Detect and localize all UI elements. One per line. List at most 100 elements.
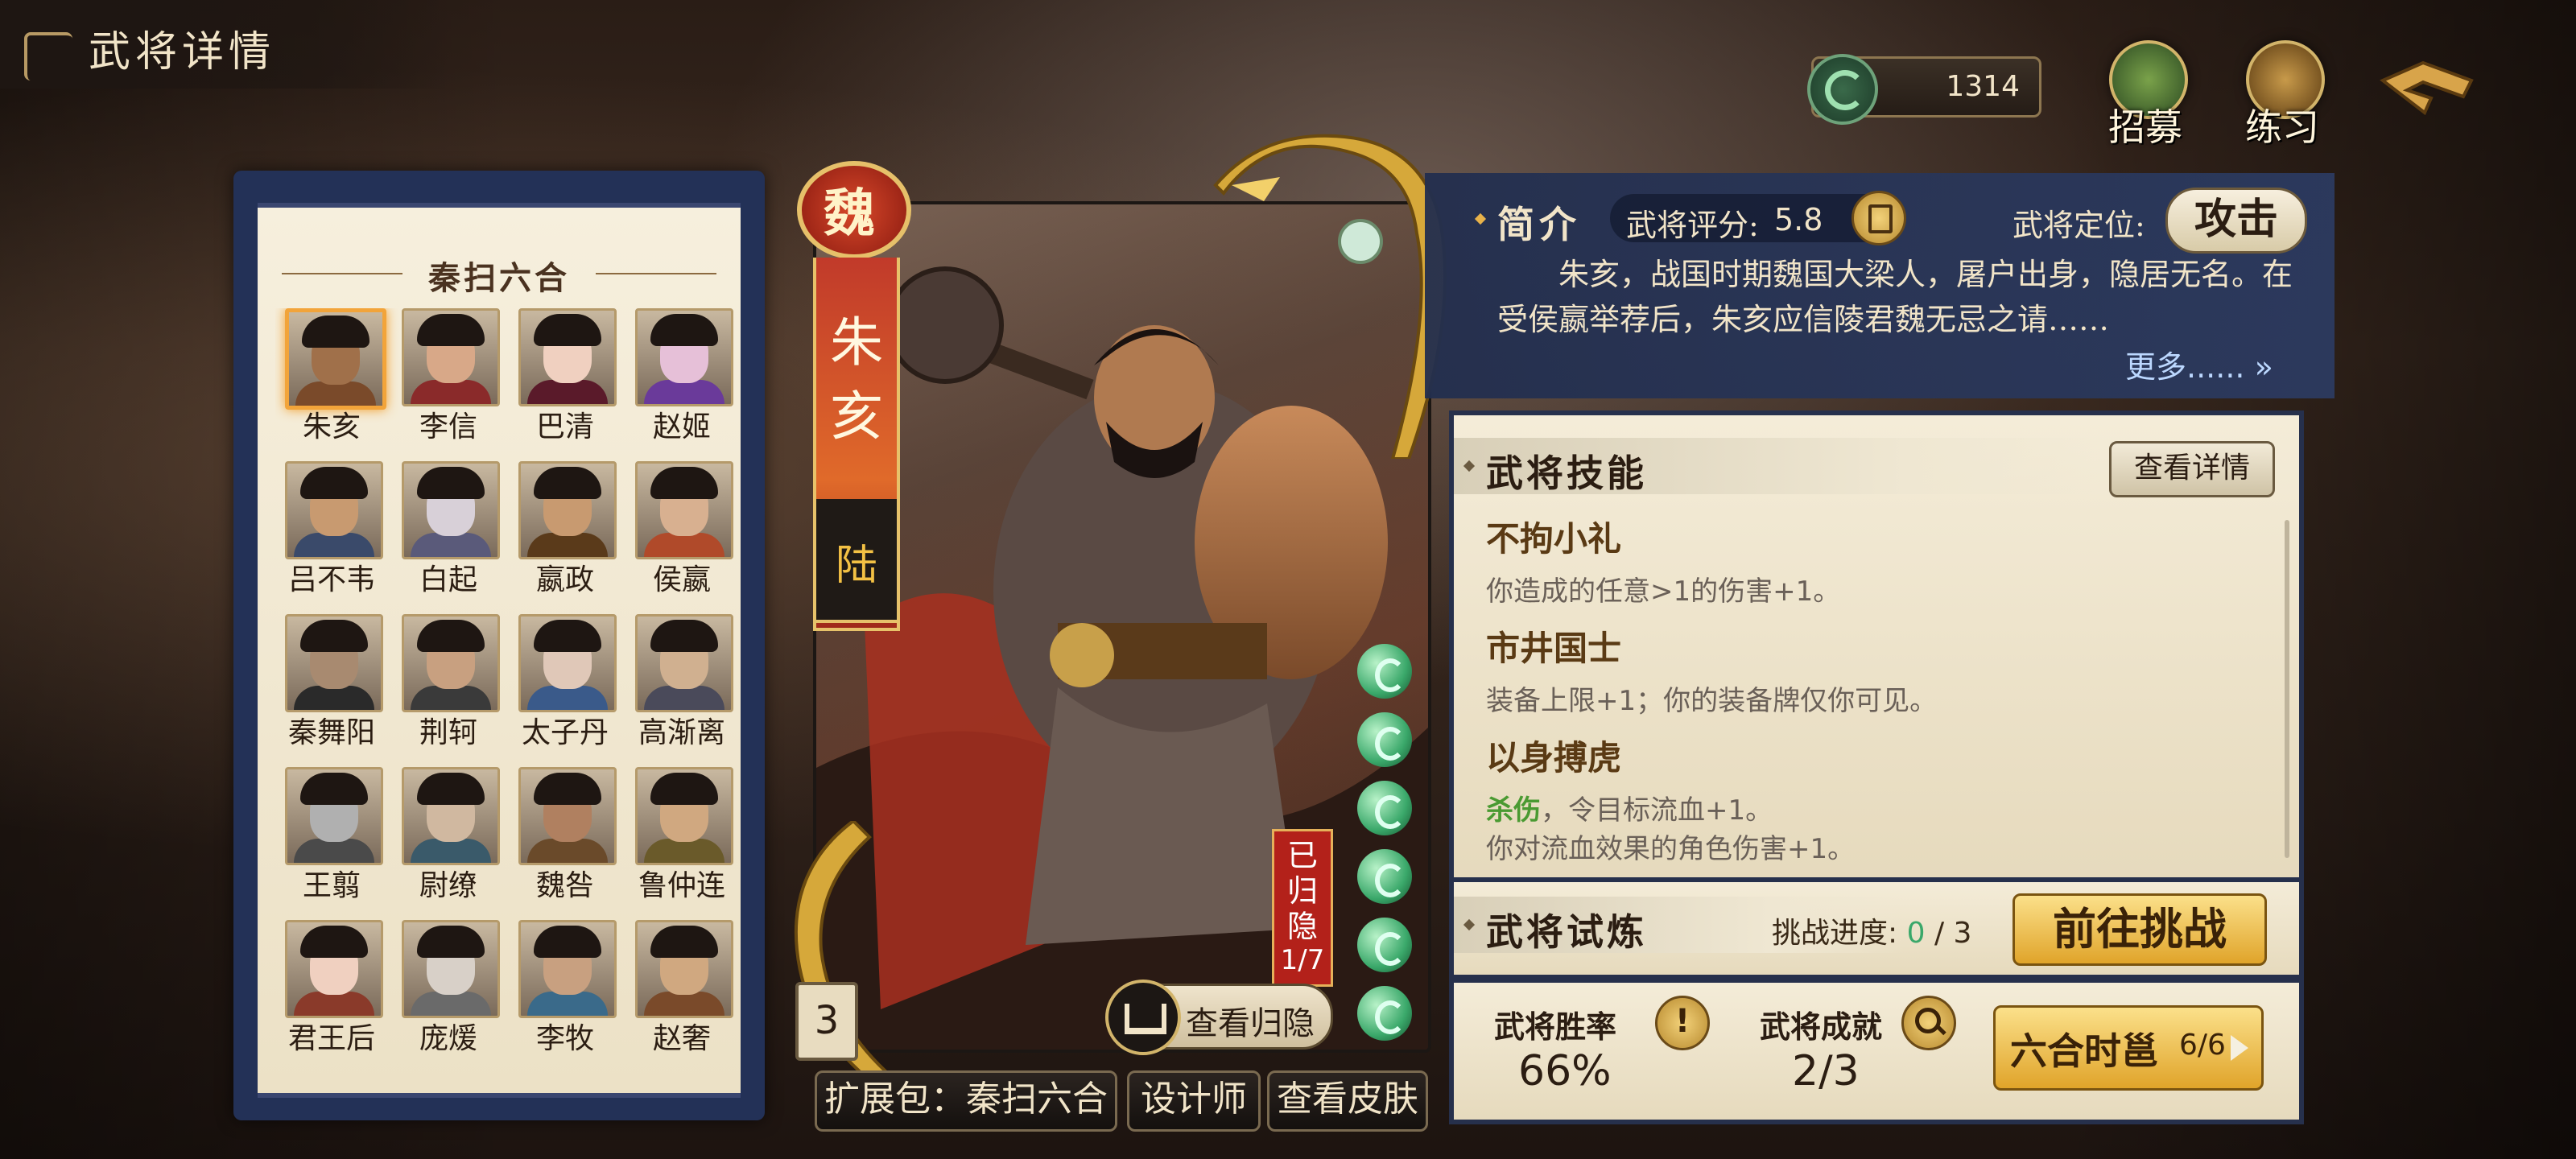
- hero-tile[interactable]: 王翦: [275, 767, 388, 912]
- hero-hair: [417, 926, 485, 958]
- hero-tile[interactable]: 君王后: [275, 920, 388, 1065]
- liuhe-label: 六合时邕: [2010, 1029, 2158, 1073]
- hero-level-box: 3: [795, 982, 858, 1061]
- hero-tile[interactable]: 赵奢: [625, 920, 734, 1065]
- magnifier-glyph: [1915, 1008, 1941, 1033]
- win-rate-value: 66%: [1518, 1047, 1612, 1095]
- hero-tile[interactable]: 太子丹: [509, 614, 621, 759]
- hero-tile[interactable]: 吕不韦: [275, 461, 388, 606]
- recruit-button[interactable]: 招募: [2093, 40, 2198, 149]
- hero-hair: [650, 314, 718, 346]
- hero-tile[interactable]: 朱亥: [275, 308, 388, 453]
- hero-tile[interactable]: 尉缭: [392, 767, 505, 912]
- hero-tile[interactable]: 侯嬴: [625, 461, 734, 606]
- hero-tile-name: 李牧: [535, 1022, 594, 1055]
- view-skins-button[interactable]: 查看皮肤: [1267, 1070, 1428, 1132]
- trial-title: 武将试炼: [1486, 910, 1647, 954]
- hero-portrait: [285, 767, 383, 865]
- go-challenge-button[interactable]: 前往挑战: [2013, 893, 2267, 966]
- skill-name: 以身搏虎: [1486, 738, 1622, 777]
- back-button[interactable]: [2375, 56, 2479, 129]
- currency-value: 1314: [1946, 70, 2020, 103]
- practice-label: 练习: [2245, 105, 2319, 149]
- hero-level: 3: [814, 998, 840, 1043]
- hero-tile[interactable]: 李牧: [509, 920, 621, 1065]
- skill-desc: 装备上限+1；你的装备牌仅你可见。: [1486, 685, 1938, 717]
- hero-portrait: [285, 614, 383, 712]
- hero-tile[interactable]: 巴清: [509, 308, 621, 453]
- more-link[interactable]: 更多...... »: [2125, 342, 2273, 386]
- skill-keyword: 杀伤: [1486, 794, 1541, 827]
- search-icon[interactable]: [1901, 996, 1956, 1050]
- view-details-button[interactable]: 查看详情: [2109, 441, 2275, 497]
- hero-tile-name: 朱亥: [302, 410, 361, 443]
- hero-portrait: [285, 308, 386, 410]
- exclamation-icon[interactable]: !: [1655, 996, 1710, 1050]
- page-title: 武将详情: [89, 28, 276, 76]
- liuhe-button[interactable]: 六合时邕 6/6: [1993, 1005, 2264, 1091]
- hero-tile[interactable]: 嬴政: [509, 461, 621, 606]
- hero-hair: [650, 467, 718, 499]
- jade-pips: [1352, 644, 1417, 1062]
- jade-pip-icon: [1357, 918, 1412, 972]
- view-retire-label: 查看归隐: [1186, 1005, 1315, 1042]
- hero-portrait: [285, 461, 383, 559]
- hero-tile[interactable]: 赵姬: [625, 308, 734, 453]
- hero-rank-box: 陆: [813, 499, 900, 623]
- section-dot-icon: [1474, 212, 1487, 225]
- hero-tile[interactable]: 庞煖: [392, 920, 505, 1065]
- jade-pip-icon: [1357, 849, 1412, 904]
- hero-tile[interactable]: 魏咎: [509, 767, 621, 912]
- hero-hair: [300, 620, 368, 652]
- hero-hair: [300, 773, 368, 805]
- hero-portrait: [402, 614, 500, 712]
- hero-hair: [417, 314, 485, 346]
- practice-button[interactable]: 练习: [2230, 40, 2334, 149]
- achievement-value: 2/3: [1792, 1047, 1860, 1095]
- skill-scrollbar[interactable]: [2285, 520, 2289, 858]
- intro-title: 简介: [1497, 203, 1581, 246]
- jade-pip-icon: [1357, 644, 1412, 699]
- hero-tile[interactable]: 秦舞阳: [275, 614, 388, 759]
- double-chevron-icon: »: [2254, 349, 2273, 385]
- pack-title: 秦扫六合: [258, 252, 741, 299]
- hero-tile[interactable]: 李信: [392, 308, 505, 453]
- hero-tile[interactable]: 鲁仲连: [625, 767, 734, 912]
- hero-portrait: [402, 461, 500, 559]
- section-dot-icon: [1463, 918, 1476, 931]
- faction-badge: 魏: [789, 161, 911, 259]
- currency-display[interactable]: 1314: [1807, 54, 2041, 125]
- hero-portrait: [635, 767, 733, 865]
- hero-tile-name: 鲁仲连: [638, 869, 725, 902]
- hero-tile-name: 太子丹: [521, 716, 609, 749]
- skill-name: 不拘小礼: [1486, 519, 1622, 559]
- faction-label: 魏: [824, 184, 875, 244]
- hero-tile-name: 君王后: [287, 1022, 375, 1055]
- win-rate-label: 武将胜率: [1494, 1008, 1617, 1045]
- designer-button[interactable]: 设计师: [1127, 1070, 1261, 1132]
- hero-portrait: [518, 614, 617, 712]
- chevron-right-icon: [2231, 1035, 2248, 1061]
- hero-portrait: [635, 614, 733, 712]
- title-ornament: [24, 32, 72, 80]
- retired-count: 1/7: [1280, 944, 1325, 976]
- hero-hair: [534, 314, 601, 346]
- skill-desc-part: ，令目标流血+1。: [1541, 794, 1773, 827]
- hero-tile[interactable]: 白起: [392, 461, 505, 606]
- jade-pip-icon: [1357, 781, 1412, 835]
- skill-item: 不拘小礼 你造成的任意>1的伤害+1。: [1486, 512, 2259, 611]
- hero-hair: [534, 620, 601, 652]
- hero-tile[interactable]: 荆轲: [392, 614, 505, 759]
- edit-note-icon[interactable]: [1852, 191, 1906, 245]
- hero-portrait: [518, 767, 617, 865]
- hero-tile[interactable]: 高渐离: [625, 614, 734, 759]
- skill-item: 以身搏虎 杀伤，令目标流血+1。 你对流血效果的角色伤害+1。: [1486, 731, 2259, 868]
- jade-pip-icon: [1357, 986, 1412, 1041]
- view-retire-button[interactable]: 查看归隐: [1105, 980, 1333, 1055]
- hero-grid[interactable]: 朱亥 李信 巴清 赵姬吕不韦 白起 嬴政 侯嬴秦舞阳 荆轲 太子丹 高渐离王翦 尉缭 魏咎 鲁仲连君王后…: [275, 308, 734, 1089]
- expansion-pack-button[interactable]: 扩展包：秦扫六合: [815, 1070, 1117, 1132]
- hero-portrait: [635, 920, 733, 1018]
- hero-hair: [417, 620, 485, 652]
- skill-header: 武将技能: [1454, 438, 2098, 495]
- hero-hair: [534, 773, 601, 805]
